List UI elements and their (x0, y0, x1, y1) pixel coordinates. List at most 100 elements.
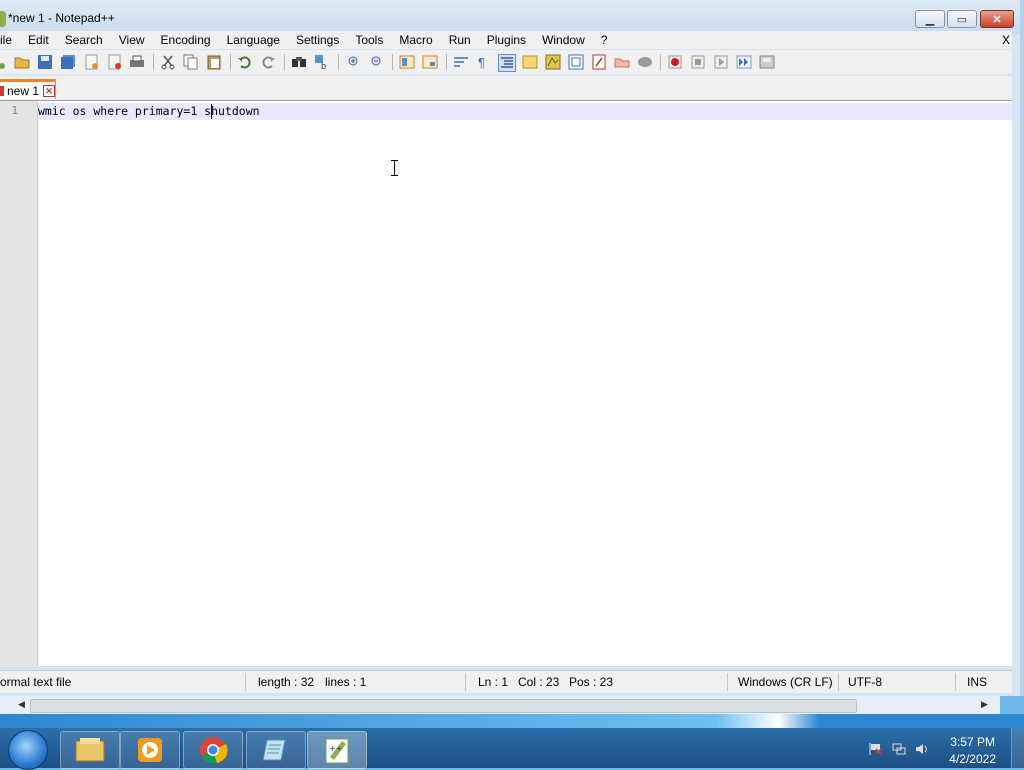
clock-time: 3:57 PM (950, 735, 995, 749)
menu-view[interactable]: View (111, 31, 153, 49)
action-center-flag-icon[interactable] (868, 742, 882, 756)
toolbar-separator (392, 54, 393, 70)
status-bar: ormal text file length : 32 lines : 1 Ln… (0, 670, 1012, 693)
sync-vertical-icon[interactable] (399, 54, 415, 70)
taskbar-chrome-icon[interactable] (183, 731, 243, 769)
status-separator (465, 673, 466, 691)
volume-icon[interactable] (915, 742, 929, 756)
show-desktop-button[interactable] (1011, 728, 1024, 768)
toolbar: b ¶ (0, 50, 1012, 74)
menu-edit[interactable]: Edit (20, 31, 57, 49)
status-separator (245, 673, 246, 691)
menu-file[interactable]: ile (0, 31, 20, 49)
taskbar-explorer-icon[interactable] (60, 731, 120, 769)
print-icon[interactable] (129, 54, 145, 70)
menu-bar: ile Edit Search View Encoding Language S… (0, 31, 1012, 49)
record-bubble-icon[interactable] (637, 54, 653, 70)
copy-icon[interactable] (183, 54, 199, 70)
zoom-out-icon[interactable] (368, 54, 384, 70)
scroll-left-icon[interactable]: ◀ (18, 699, 25, 710)
menu-tools[interactable]: Tools (347, 31, 391, 49)
clock-date: 4/2/2022 (949, 752, 996, 766)
menu-window[interactable]: Window (534, 31, 593, 49)
user-defined-language-icon[interactable] (522, 54, 538, 70)
minimize-button[interactable]: ▁ (915, 10, 945, 28)
redo-icon[interactable] (260, 54, 276, 70)
show-all-characters-icon[interactable]: ¶ (475, 54, 491, 70)
macro-record-icon[interactable] (667, 54, 683, 70)
scroll-right-icon[interactable]: ▶ (981, 699, 988, 710)
status-separator (955, 673, 956, 691)
open-file-icon[interactable] (14, 54, 30, 70)
document-map-icon[interactable] (545, 54, 561, 70)
tab-new-1[interactable]: new 1 ✕ (0, 79, 56, 99)
menu-plugins[interactable]: Plugins (479, 31, 534, 49)
paste-icon[interactable] (206, 54, 222, 70)
menu-language[interactable]: Language (219, 31, 288, 49)
status-eol[interactable]: Windows (CR LF) (738, 675, 833, 689)
menu-settings[interactable]: Settings (288, 31, 347, 49)
ibeam-cursor-icon (390, 160, 399, 176)
scrollbar-thumb[interactable] (30, 699, 857, 713)
menu-search[interactable]: Search (57, 31, 111, 49)
save-all-icon[interactable] (60, 54, 76, 70)
status-insert-mode[interactable]: INS (967, 675, 987, 689)
status-separator (838, 673, 839, 691)
start-button[interactable] (8, 730, 48, 770)
status-pos: Pos : 23 (569, 675, 614, 689)
desktop-background (0, 714, 1024, 728)
status-separator (727, 673, 728, 691)
toolbar-separator (153, 54, 154, 70)
menu-help[interactable]: ? (593, 31, 616, 49)
replace-icon[interactable]: b (314, 54, 330, 70)
horizontal-scrollbar[interactable]: ◀ ▶ (0, 696, 1000, 714)
title-bar[interactable]: *new 1 - Notepad++ ▁ ▭ ✕ (0, 0, 1020, 34)
notepadpp-app-icon[interactable] (0, 11, 6, 27)
code-line[interactable]: wmic os where primary=1 shutdown (38, 104, 260, 118)
close-button[interactable]: ✕ (980, 10, 1014, 28)
status-file-type: ormal text file (0, 675, 72, 689)
undo-icon[interactable] (237, 54, 253, 70)
maximize-button[interactable]: ▭ (947, 10, 977, 28)
folder-as-workspace-icon[interactable] (591, 54, 607, 70)
macro-save-icon[interactable] (759, 54, 775, 70)
save-icon[interactable] (37, 54, 53, 70)
macro-play-icon[interactable] (713, 54, 729, 70)
toolbar-separator (338, 54, 339, 70)
status-ln: Ln : 1 (478, 675, 509, 689)
taskbar-notepad-plus-plus-icon[interactable]: ++ (307, 731, 367, 769)
status-lines: lines : 1 (325, 675, 367, 689)
status-col: Col : 23 (518, 675, 560, 689)
tab-close-icon[interactable]: ✕ (43, 84, 56, 97)
line-number: 1 (11, 104, 18, 117)
function-list-icon[interactable] (568, 54, 584, 70)
svg-text:¶: ¶ (478, 55, 485, 70)
monitoring-icon[interactable] (614, 54, 630, 70)
taskbar-media-player-icon[interactable] (120, 731, 180, 769)
sync-horizontal-icon[interactable] (422, 54, 438, 70)
macro-stop-icon[interactable] (690, 54, 706, 70)
menu-encoding[interactable]: Encoding (153, 31, 219, 49)
close-all-icon[interactable] (107, 54, 123, 70)
close-document-button[interactable]: X (1002, 31, 1010, 49)
menu-run[interactable]: Run (441, 31, 479, 49)
svg-text:++: ++ (329, 744, 342, 753)
editor-area[interactable]: 1 wmic os where primary=1 shutdown (0, 101, 1012, 666)
text-caret (211, 104, 212, 119)
system-clock[interactable]: 3:57 PM 4/2/2022 (949, 734, 996, 768)
word-wrap-icon[interactable] (453, 54, 469, 70)
indent-guide-icon[interactable] (498, 54, 516, 72)
zoom-in-icon[interactable] (345, 54, 361, 70)
menu-macro[interactable]: Macro (391, 31, 440, 49)
unsaved-file-icon (0, 85, 4, 96)
network-icon[interactable] (892, 742, 906, 756)
toolbar-separator (446, 54, 447, 70)
find-icon[interactable] (291, 54, 307, 70)
line-number-gutter: 1 (0, 101, 38, 666)
macro-run-multiple-icon[interactable] (736, 54, 752, 70)
taskbar-notepad-icon[interactable] (246, 731, 306, 769)
toolbar-separator (284, 54, 285, 70)
close-file-icon[interactable] (84, 54, 100, 70)
status-encoding[interactable]: UTF-8 (848, 675, 882, 689)
cut-icon[interactable] (160, 54, 176, 70)
